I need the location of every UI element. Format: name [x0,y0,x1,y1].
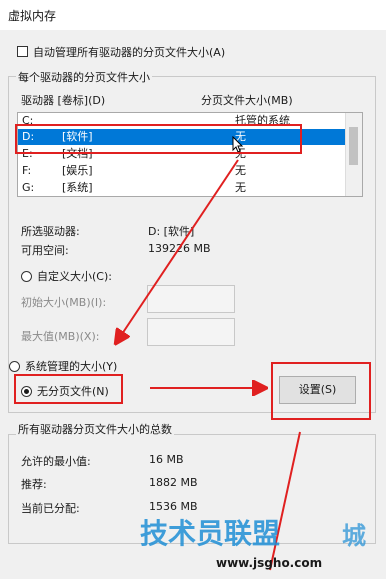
watermark-logo-text: 技术员联盟 [140,517,281,550]
annotation-arrows [0,159,301,571]
watermark-extra-text: 城 [342,522,366,550]
arrow-to-no-paging-icon [118,159,239,340]
watermark-url: www.jsgho.com [216,556,323,570]
